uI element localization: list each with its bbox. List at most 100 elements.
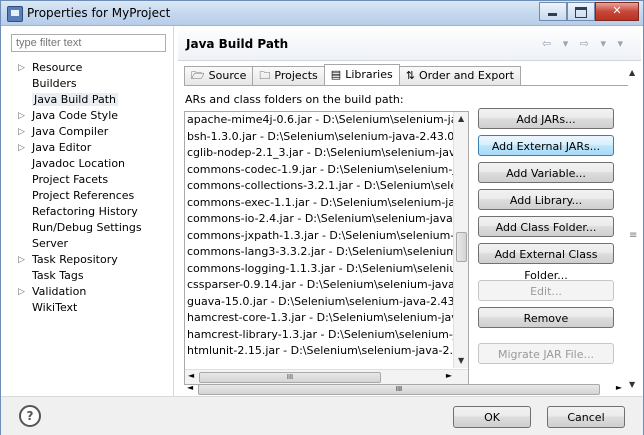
tab-order-and-export[interactable]: ⇅ Order and Export (398, 66, 521, 85)
library-row[interactable]: commons-exec-1.1.jar - D:\Selenium\selen… (185, 195, 455, 212)
scroll-up-icon[interactable]: ▲ (458, 114, 464, 123)
tree-item[interactable]: Project References (8, 188, 168, 204)
order-export-icon: ⇅ (405, 69, 415, 82)
expand-arrow-icon[interactable]: ▷ (18, 108, 25, 124)
remove-button[interactable]: Remove (478, 307, 614, 328)
tree-item[interactable]: Javadoc Location (8, 156, 168, 172)
expand-arrow-icon[interactable]: ▷ (18, 124, 25, 140)
list-horizontal-scrollbar[interactable]: ◄ III ► (185, 369, 468, 384)
library-row[interactable]: hamcrest-core-1.3.jar - D:\Selenium\sele… (185, 310, 455, 327)
scroll-thumb[interactable] (456, 232, 467, 262)
tree-item[interactable]: Refactoring History (8, 204, 168, 220)
dialog-footer: ? OK Cancel (1, 396, 643, 435)
tree-item[interactable]: ▷ Java Compiler (8, 124, 168, 140)
library-row[interactable]: commons-lang3-3.3.2.jar - D:\Selenium\se… (185, 244, 455, 261)
tab-source[interactable]: 🗁 Source (184, 66, 254, 85)
nav-arrows[interactable]: ⇦ ▾ ⇨ ▾ ▾ (542, 37, 627, 50)
library-row[interactable]: commons-collections-3.2.1.jar - D:\Selen… (185, 178, 455, 195)
tree-item-label: Validation (32, 285, 87, 298)
add-library-button[interactable]: Add Library... (478, 189, 614, 210)
page-scroll-up-icon[interactable]: ▲ (629, 68, 635, 77)
library-row[interactable]: htmlunit-2.15.jar - D:\Selenium\selenium… (185, 343, 455, 360)
left-panel: ▷ Resource Builders Java Build Path ▷ Java Co… (8, 32, 168, 397)
tab-label: Libraries (345, 68, 393, 81)
library-row[interactable]: bsh-1.3.0.jar - D:\Selenium\selenium-jav… (185, 129, 455, 146)
library-row[interactable]: cssparser-0.9.14.jar - D:\Selenium\selen… (185, 277, 455, 294)
tab-projects[interactable]: 🗀 Projects (252, 66, 325, 85)
tab-libraries[interactable]: ▤ Libraries (323, 64, 400, 85)
page-scroll-left-icon[interactable]: ◄ (187, 383, 193, 392)
ok-button[interactable]: OK (453, 406, 531, 428)
filter-input[interactable] (11, 34, 166, 52)
page-vertical-scrollbar[interactable]: ▲ ≡ ▼ (627, 66, 639, 392)
tab-label: Projects (274, 69, 318, 82)
libraries-list[interactable]: apache-mime4j-0.6.jar - D:\Selenium\sele… (184, 111, 469, 385)
page-horizontal-scrollbar[interactable]: ◄ III ► (184, 383, 624, 395)
maximize-icon (568, 3, 594, 20)
h-scroll-thumb[interactable]: III (199, 372, 381, 383)
library-row[interactable]: commons-codec-1.9.jar - D:\Selenium\sele… (185, 162, 455, 179)
tree-item[interactable]: ▷ Java Editor (8, 140, 168, 156)
page-scroll-right-icon[interactable]: ► (616, 383, 622, 392)
scroll-left-icon[interactable]: ◄ (188, 371, 194, 380)
close-button[interactable]: ✕ (595, 2, 639, 21)
library-row[interactable]: commons-io-2.4.jar - D:\Selenium\seleniu… (185, 211, 455, 228)
tree-item-label: Server (32, 237, 69, 250)
back-forward-menu-icons: ⇦ ▾ ⇨ ▾ ▾ (542, 37, 627, 50)
tab-label: Source (208, 69, 247, 82)
page-scroll-thumb[interactable]: ≡ (629, 230, 637, 241)
tree-item-label: Task Repository (32, 253, 118, 266)
maximize-button[interactable] (567, 2, 595, 21)
tree-item[interactable]: ▷ Java Code Style (8, 108, 168, 124)
migrate-jar-button[interactable]: Migrate JAR File... (478, 343, 614, 364)
splitter[interactable] (173, 26, 174, 396)
library-row[interactable]: hamcrest-library-1.3.jar - D:\Selenium\s… (185, 327, 455, 344)
tree-item-label: Java Code Style (32, 109, 119, 122)
tree-item[interactable]: WikiText (8, 300, 168, 316)
tree-item[interactable]: Server (8, 236, 168, 252)
projects-icon: 🗀 (259, 69, 271, 82)
expand-arrow-icon[interactable]: ▷ (18, 284, 25, 300)
list-vertical-scrollbar[interactable]: ▲ ▼ (453, 112, 468, 368)
close-icon: ✕ (612, 4, 622, 17)
scroll-down-icon[interactable]: ▼ (458, 356, 464, 365)
library-row[interactable]: commons-logging-1.1.3.jar - D:\Selenium\… (185, 261, 455, 278)
tree-item[interactable]: ▷ Task Repository (8, 252, 168, 268)
expand-arrow-icon[interactable]: ▷ (18, 60, 25, 76)
page-scroll-down-icon[interactable]: ▼ (629, 380, 635, 389)
tree-item-label: Project Facets (32, 173, 109, 186)
tree-item[interactable]: Project Facets (8, 172, 168, 188)
add-jars-button[interactable]: Add JARs... (478, 108, 614, 129)
tree-item-label: Javadoc Location (32, 157, 126, 170)
tree-item[interactable]: Task Tags (8, 268, 168, 284)
library-row[interactable]: cglib-nodep-2.1_3.jar - D:\Selenium\sele… (185, 145, 455, 162)
tree-item-label: Project References (32, 189, 135, 202)
expand-arrow-icon[interactable]: ▷ (18, 140, 25, 156)
scroll-right-icon[interactable]: ► (446, 371, 452, 380)
cancel-button[interactable]: Cancel (547, 406, 625, 428)
library-row[interactable]: guava-15.0.jar - D:\Selenium\selenium-ja… (185, 294, 455, 311)
add-variable-button[interactable]: Add Variable... (478, 162, 614, 183)
window-controls: ✕ (539, 2, 639, 21)
tree-item[interactable]: ▷ Validation (8, 284, 168, 300)
tree-item[interactable]: Run/Debug Settings (8, 220, 168, 236)
expand-arrow-icon[interactable]: ▷ (18, 252, 25, 268)
help-icon[interactable]: ? (19, 405, 41, 427)
edit-button[interactable]: Edit... (478, 280, 614, 301)
tree-item[interactable]: Java Build Path (8, 92, 168, 108)
tree-item[interactable]: ▷ Resource (8, 60, 168, 76)
source-icon: 🗁 (191, 69, 205, 82)
add-external-class-folder-button[interactable]: Add External Class Folder... (478, 243, 614, 282)
library-rows: apache-mime4j-0.6.jar - D:\Selenium\sele… (185, 112, 468, 360)
title-bar[interactable]: Properties for MyProject ✕ (1, 1, 643, 26)
libraries-icon: ▤ (330, 68, 342, 81)
tab-label: Order and Export (418, 69, 514, 82)
add-class-folder-button[interactable]: Add Class Folder... (478, 216, 614, 237)
page-h-scroll-thumb[interactable]: III (198, 384, 600, 395)
minimize-button[interactable] (539, 2, 567, 21)
library-row[interactable]: apache-mime4j-0.6.jar - D:\Selenium\sele… (185, 112, 455, 129)
tree-item-label: Java Build Path (32, 93, 119, 106)
tree-item[interactable]: Builders (8, 76, 168, 92)
add-external-jars-button[interactable]: Add External JARs... (478, 135, 614, 156)
library-row[interactable]: commons-jxpath-1.3.jar - D:\Selenium\sel… (185, 228, 455, 245)
